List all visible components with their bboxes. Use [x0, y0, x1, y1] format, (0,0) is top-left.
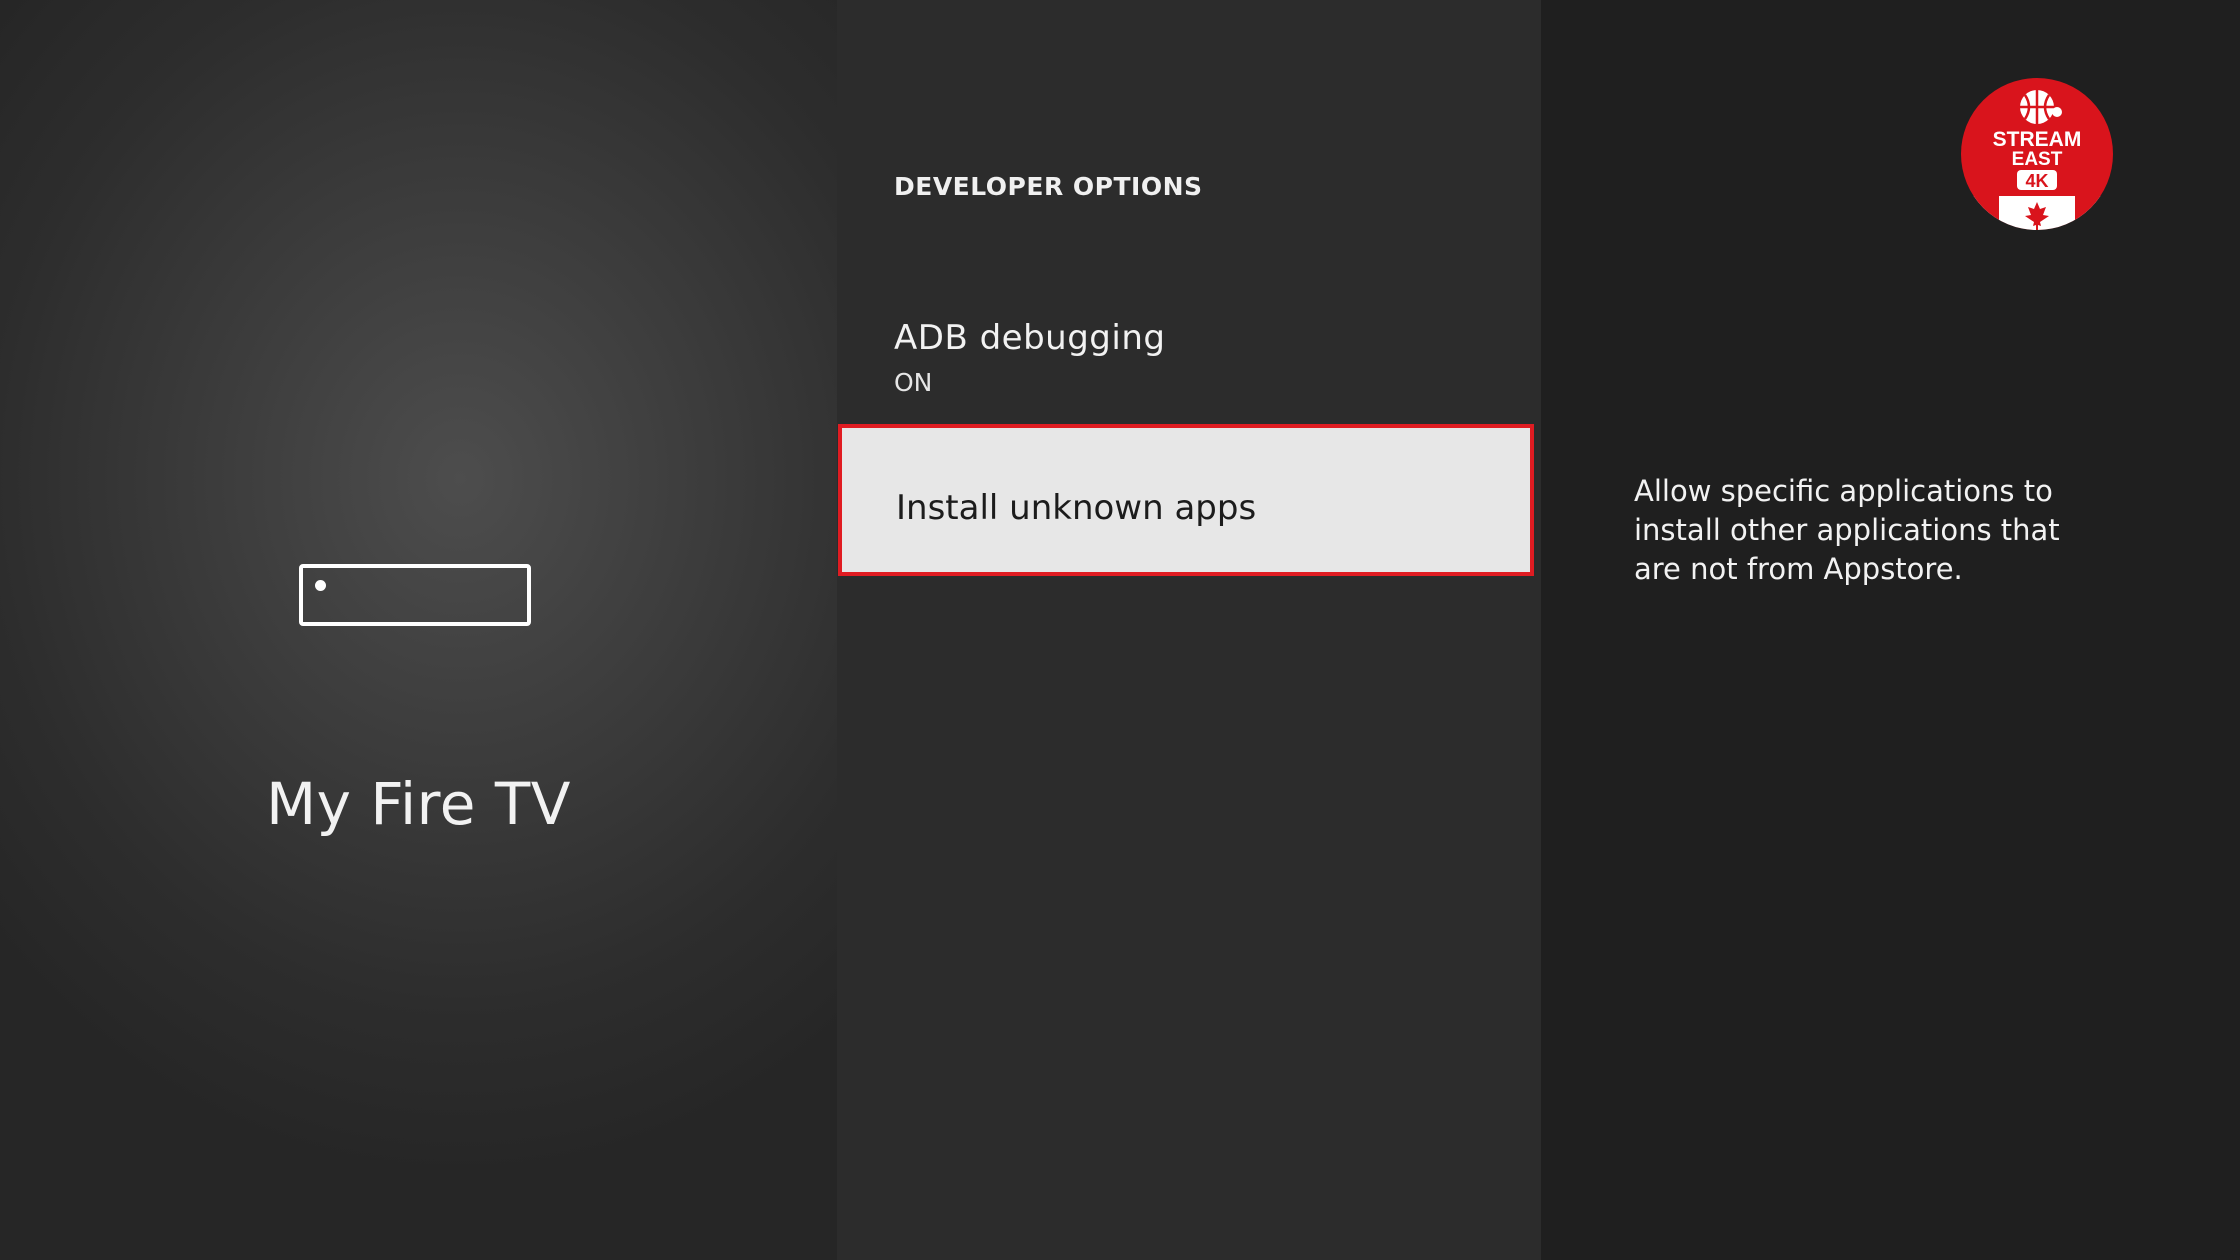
settings-menu-panel: DEVELOPER OPTIONS ADB debugging ON Insta…	[837, 0, 1541, 1260]
stream-east-logo: STREAM EAST 4K	[1961, 78, 2113, 230]
menu-item-value: ON	[894, 368, 933, 397]
device-led	[315, 580, 326, 591]
section-title: DEVELOPER OPTIONS	[894, 172, 1203, 201]
item-description: Allow specific applications to install o…	[1634, 474, 2060, 586]
menu-item-label: ADB debugging	[894, 318, 1166, 358]
logo-text-line3: 4K	[2025, 171, 2048, 191]
menu-item-label: Install unknown apps	[896, 488, 1257, 528]
left-panel: My Fire TV	[0, 0, 837, 1260]
description-panel: Allow specific applications to install o…	[1541, 0, 2240, 1260]
menu-item-adb-debugging[interactable]: ADB debugging ON	[837, 318, 1541, 418]
menu-item-install-unknown-apps[interactable]: Install unknown apps	[838, 424, 1534, 576]
logo-text-line1: STREAM	[1993, 128, 2082, 151]
panel-title: My Fire TV	[266, 770, 571, 838]
fire-tv-device-icon	[299, 564, 531, 626]
fire-tv-settings-screen: My Fire TV DEVELOPER OPTIONS ADB debuggi…	[0, 0, 2240, 1260]
logo-text-line2: EAST	[2012, 149, 2063, 170]
